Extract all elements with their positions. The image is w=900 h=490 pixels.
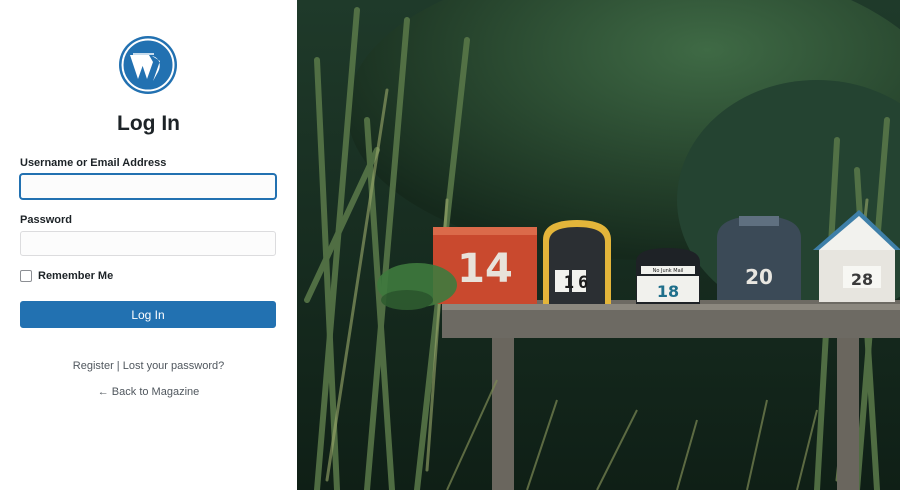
mailbox-number-28: 28: [851, 270, 873, 289]
mailbox-18: No Junk Mail 18: [636, 248, 700, 304]
mailbox-number-20: 20: [745, 265, 773, 289]
back-to-magazine-link[interactable]: ← Back to Magazine: [98, 386, 200, 398]
remember-me-checkbox[interactable]: [20, 270, 32, 282]
mailbox-16: 16: [543, 220, 611, 304]
username-label: Username or Email Address: [20, 157, 167, 169]
mailbox-number-14: 14: [457, 246, 513, 292]
mailbox-number-18: 18: [657, 282, 679, 301]
page-title: Log In: [117, 112, 180, 135]
mailbox-number-16: 16: [564, 273, 592, 293]
link-separator: |: [116, 360, 120, 372]
login-button[interactable]: Log In: [20, 301, 276, 328]
wordpress-logo-icon[interactable]: [118, 35, 178, 95]
login-panel: Log In Username or Email Address Passwor…: [0, 0, 297, 490]
register-link[interactable]: Register: [73, 360, 114, 372]
username-input[interactable]: [20, 174, 276, 199]
lost-password-link[interactable]: Lost your password?: [123, 360, 225, 372]
no-junk-mail-label: No Junk Mail: [653, 268, 684, 274]
remember-me-row[interactable]: Remember Me: [20, 269, 113, 283]
background-photo: 14 16 No Junk Mail 18 20 28: [297, 0, 900, 490]
mailbox-20: 20: [717, 216, 801, 300]
remember-me-label[interactable]: Remember Me: [38, 270, 113, 282]
account-links: Register | Lost your password?: [0, 360, 297, 372]
password-input[interactable]: [20, 231, 276, 256]
password-label: Password: [20, 214, 72, 226]
back-to-site: ← Back to Magazine: [0, 386, 297, 398]
